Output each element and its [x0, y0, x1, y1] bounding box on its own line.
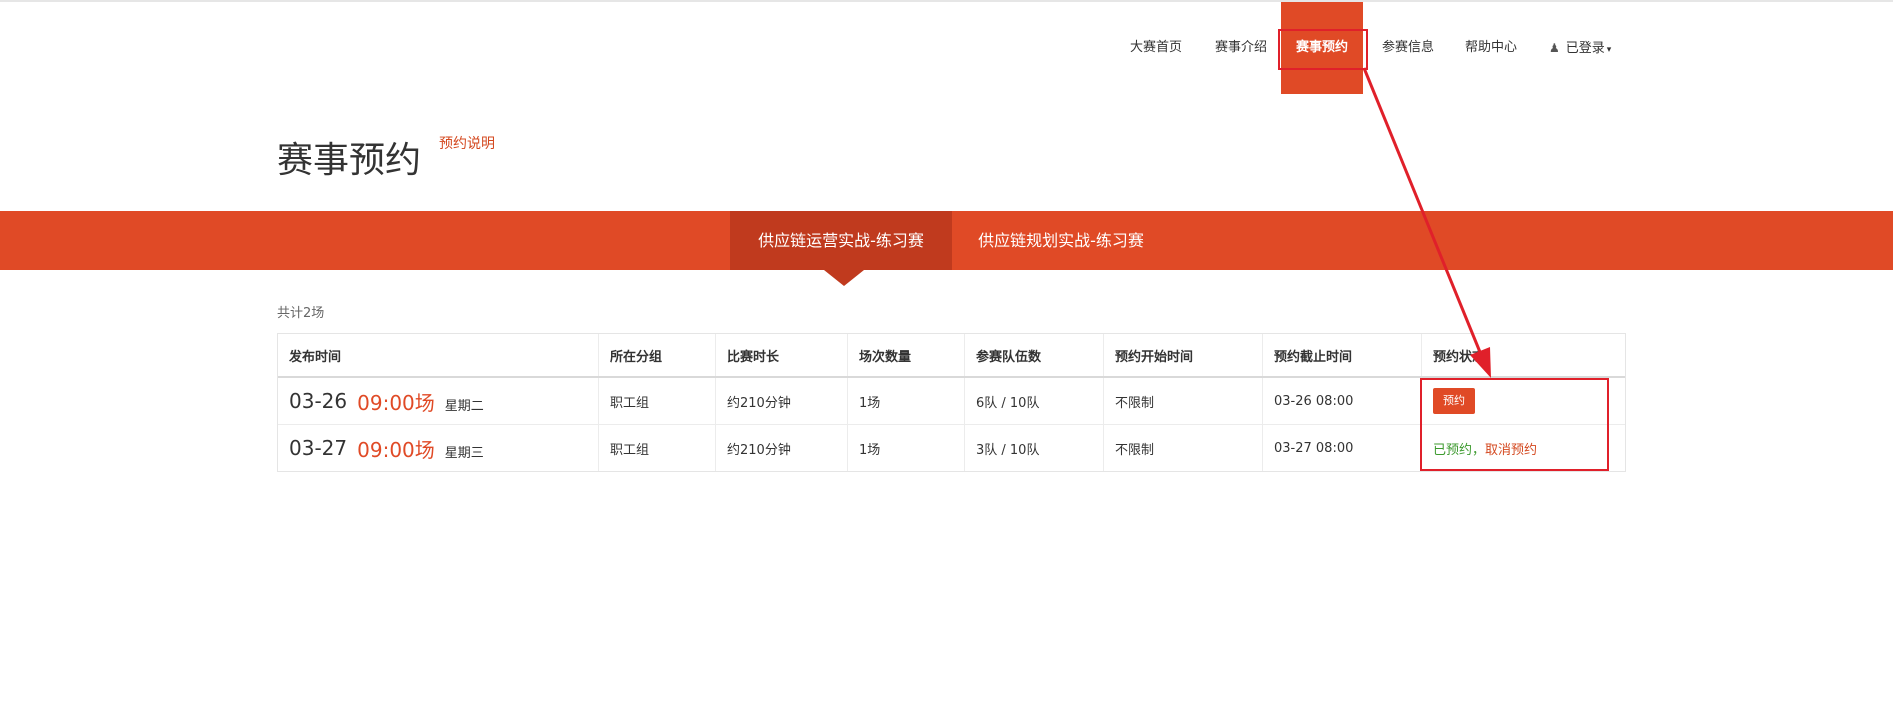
booking-deadline-cell: 03-27 08:00 [1263, 425, 1422, 471]
caret-down-icon: ▾ [1606, 45, 1612, 55]
publish-time-cell: 03-26 09:00场 星期二 [278, 378, 599, 424]
duration-cell: 约210分钟 [716, 425, 848, 471]
annotation-box-nav [1278, 29, 1368, 70]
nav-item-entry-info[interactable]: 参赛信息 [1382, 2, 1434, 94]
col-header-booking-status: 预约状态 [1433, 349, 1486, 365]
session-date: 03-27 [289, 436, 348, 460]
competition-tabs-bar: 供应链运营实战-练习赛 供应链规划实战-练习赛 [0, 211, 1893, 270]
col-header-publish-time: 发布时间 [278, 334, 599, 376]
col-header-booking-start: 预约开始时间 [1104, 334, 1263, 376]
publish-time-cell: 03-27 09:00场 星期三 [278, 425, 599, 471]
table-header-row: 发布时间 所在分组 比赛时长 场次数量 参赛队伍数 预约开始时间 预约截止时间 … [278, 334, 1625, 378]
teams-cell: 6队 / 10队 [965, 378, 1104, 424]
session-time: 09:00场 [357, 390, 435, 415]
booking-start-cell: 不限制 [1104, 425, 1263, 471]
tab-ops-practice[interactable]: 供应链运营实战-练习赛 [730, 211, 952, 270]
booking-start-cell: 不限制 [1104, 378, 1263, 424]
annotation-box-status [1420, 378, 1609, 471]
col-header-group: 所在分组 [599, 334, 716, 376]
sessions-cell: 1场 [848, 378, 965, 424]
booking-help-link[interactable]: 预约说明 [439, 134, 495, 154]
nav-item-help[interactable]: 帮助中心 [1465, 2, 1517, 94]
col-header-sessions: 场次数量 [848, 334, 965, 376]
page-title: 赛事预约 [277, 140, 422, 182]
user-menu[interactable]: ♟ 已登录 ▾ [1549, 2, 1611, 94]
top-nav: 大赛首页 赛事介绍 赛事预约 参赛信息 帮助中心 ♟ 已登录 ▾ [0, 2, 1893, 94]
user-menu-label: 已登录 [1565, 41, 1605, 56]
nav-item-home[interactable]: 大赛首页 [1130, 2, 1182, 94]
duration-cell: 约210分钟 [716, 378, 848, 424]
sessions-cell: 1场 [848, 425, 965, 471]
session-weekday: 星期二 [444, 398, 484, 414]
active-tab-pointer [824, 270, 864, 286]
session-count: 共计2场 [277, 306, 325, 321]
col-header-duration: 比赛时长 [716, 334, 848, 376]
nav-item-intro[interactable]: 赛事介绍 [1215, 2, 1267, 94]
col-header-booking-deadline: 预约截止时间 [1263, 334, 1422, 376]
session-date: 03-26 [289, 389, 348, 413]
user-icon: ♟ [1549, 41, 1560, 55]
tab-planning-practice[interactable]: 供应链规划实战-练习赛 [952, 211, 1170, 270]
group-cell: 职工组 [599, 378, 716, 424]
teams-cell: 3队 / 10队 [965, 425, 1104, 471]
session-weekday: 星期三 [444, 445, 484, 461]
group-cell: 职工组 [599, 425, 716, 471]
col-header-teams: 参赛队伍数 [965, 334, 1104, 376]
booking-deadline-cell: 03-26 08:00 [1263, 378, 1422, 424]
session-time: 09:00场 [357, 437, 435, 462]
